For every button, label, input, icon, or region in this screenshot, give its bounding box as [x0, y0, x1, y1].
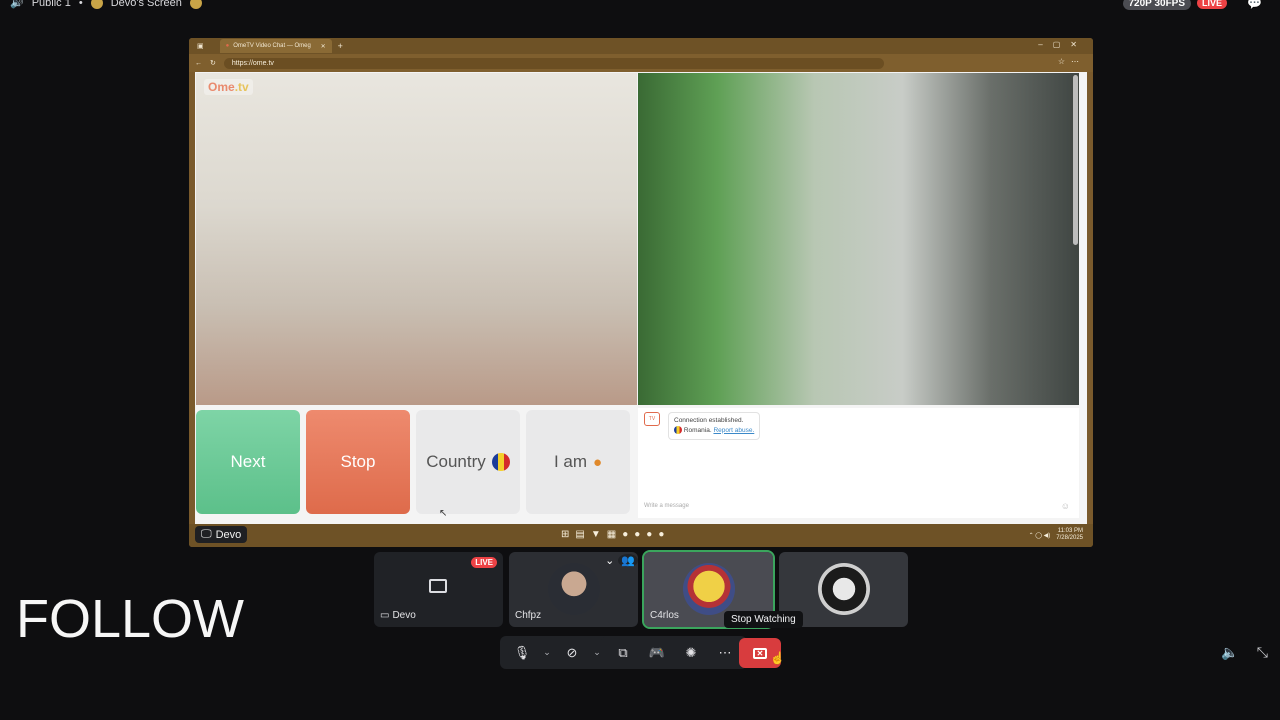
- header-right: 720P 30FPS LIVE 💬: [1122, 0, 1262, 10]
- romania-flag-icon: [491, 453, 510, 471]
- spotify-icon[interactable]: ●: [634, 529, 640, 540]
- stream-title: Devo's Screen: [110, 0, 182, 9]
- browser-menu-icon[interactable]: ▣: [197, 42, 204, 50]
- screen-share-icon: [429, 579, 447, 593]
- tab-title: OmeTV Video Chat — Omeg: [233, 43, 311, 49]
- ometv-page: Ome.tv Next Stop Country I am ● ↖ TV Con…: [195, 72, 1087, 524]
- page-scrollbar[interactable]: [1073, 75, 1078, 245]
- tile-overlay-controls[interactable]: ⌄ 👥: [605, 554, 638, 567]
- chat-panel: TV Connection established. Romania. Repo…: [638, 408, 1079, 518]
- browser-toolbar-icons[interactable]: ☆⋯: [1058, 57, 1085, 66]
- avatar: [548, 563, 600, 615]
- system-message: Connection established. Romania. Report …: [668, 412, 761, 440]
- separator: •: [78, 0, 83, 9]
- game-controller-icon[interactable]: 🎮: [643, 639, 671, 667]
- screen-small-icon: ▭: [380, 610, 390, 621]
- volume-icon[interactable]: 🔈: [1221, 644, 1238, 661]
- reload-icon[interactable]: ↻: [210, 59, 216, 67]
- romania-flag-small-icon: [674, 426, 682, 435]
- stream-view[interactable]: ▣ ● OmeTV Video Chat — Omeg ✕ + –▢✕ ← ↻ …: [189, 38, 1093, 547]
- stranger-video: Ome.tv: [196, 73, 637, 405]
- steam-icon[interactable]: ●: [646, 529, 652, 540]
- connection-text: Connection established.: [674, 417, 744, 424]
- new-tab-icon[interactable]: +: [338, 41, 343, 51]
- participant-tile-devo[interactable]: LIVE ▭ Devo: [374, 552, 503, 627]
- taskbar-apps[interactable]: ⊞ ▤ ▼ ▦ ● ● ● ●: [561, 529, 664, 540]
- windows-taskbar: ⊞ ▤ ▼ ▦ ● ● ● ● ⌃ ◯ ◀) 11:03 PM 7/28/202…: [189, 524, 1093, 547]
- header-left: 🔊 Public 1 • Devo's Screen: [10, 0, 202, 9]
- system-tv-icon: TV: [644, 412, 660, 426]
- stream-owner-tag: 🖵 Devo: [195, 526, 248, 543]
- follow-overlay-text: FOLLOW: [16, 589, 245, 649]
- screen-icon: 🖵: [201, 528, 212, 540]
- app-icon[interactable]: ▦: [607, 529, 616, 540]
- participant-tile-chfpz[interactable]: ⌄ 👥 Chfpz: [509, 552, 638, 627]
- add-friend-icon[interactable]: 👥: [618, 554, 638, 567]
- chevron-down-icon[interactable]: ⌄: [605, 554, 614, 567]
- speaker-icon: 🔊: [10, 0, 24, 9]
- window-controls[interactable]: –▢✕: [1038, 40, 1087, 49]
- url-field[interactable]: https://ome.tv: [223, 57, 884, 69]
- country-button[interactable]: Country: [416, 410, 520, 514]
- mouse-cursor-icon: ↖: [439, 508, 448, 519]
- stop-button[interactable]: Stop: [306, 410, 410, 514]
- country-text: Romania.: [683, 426, 712, 434]
- mic-options-chevron-icon[interactable]: ⌄: [540, 639, 554, 667]
- edge-icon[interactable]: ●: [658, 529, 664, 540]
- camera-off-icon[interactable]: ⊘: [558, 639, 586, 667]
- participant-label: ▭ Devo: [380, 610, 416, 621]
- taskbar-clock: 11:03 PM 7/28/2025: [1056, 528, 1083, 542]
- stream-owner-avatar: [90, 0, 103, 9]
- resolution-badge: 720P 30FPS: [1122, 0, 1192, 10]
- exit-fullscreen-icon[interactable]: ⤡: [1257, 644, 1268, 661]
- report-abuse-link[interactable]: Report abuse.: [713, 427, 754, 434]
- self-video: [638, 73, 1079, 405]
- back-icon[interactable]: ←: [195, 60, 202, 67]
- voice-controls: 🎙 ⌄ ⊘ ⌄: [500, 636, 612, 669]
- microphone-icon[interactable]: 🎙: [508, 639, 536, 667]
- chat-icon[interactable]: 💬: [1247, 0, 1262, 10]
- activity-controls: ⧉ 🎮 ✺ ⋯: [601, 636, 747, 669]
- participant-label: Chfpz: [515, 610, 542, 621]
- close-tab-icon[interactable]: ✕: [321, 43, 326, 50]
- system-tray[interactable]: ⌃ ◯ ◀) 11:03 PM 7/28/2025: [1029, 528, 1083, 542]
- next-button[interactable]: Next: [196, 410, 300, 514]
- stream-view-controls: 🔈 ⤡: [1221, 644, 1268, 661]
- ome-controls: Next Stop Country I am ●: [196, 410, 636, 516]
- discord-icon[interactable]: ●: [622, 529, 628, 540]
- channel-name[interactable]: Public 1: [32, 0, 71, 9]
- soundboard-icon[interactable]: ✺: [677, 639, 705, 667]
- tab-favicon-icon: ●: [225, 43, 230, 49]
- address-bar: ← ↻ https://ome.tv ☆⋯: [189, 54, 1093, 72]
- participant-label: C4rlos: [650, 610, 679, 621]
- tray-icons[interactable]: ⌃ ◯ ◀): [1029, 532, 1051, 539]
- activity-group: ⧉ 🎮 ✺ ⋯: [601, 636, 747, 669]
- message-input[interactable]: Write a message ☺: [644, 500, 1070, 512]
- more-icon[interactable]: ⋯: [711, 639, 739, 667]
- participant-tiles: LIVE ▭Devo ⌄ 👥 Chfpz C4rlos vo: [374, 550, 908, 629]
- stream-owner-name: Devo: [215, 528, 242, 541]
- browser-tab-bar: ▣ ● OmeTV Video Chat — Omeg ✕ + –▢✕: [189, 38, 1093, 54]
- browser-tab[interactable]: ● OmeTV Video Chat — Omeg ✕: [219, 39, 332, 53]
- gender-avatar-icon: ●: [593, 453, 603, 471]
- browser-icon[interactable]: ▼: [591, 529, 601, 540]
- viewer-avatar: [189, 0, 202, 9]
- voice-channel-header: 🔊 Public 1 • Devo's Screen 720P 30FPS LI…: [0, 0, 1280, 14]
- hand-cursor-icon: ☝: [770, 651, 785, 665]
- avatar: [818, 563, 870, 615]
- file-explorer-icon[interactable]: ▤: [575, 529, 584, 540]
- avatar: [683, 563, 735, 615]
- i-am-button[interactable]: I am ●: [526, 410, 630, 514]
- live-badge: LIVE: [1197, 0, 1228, 9]
- windows-start-icon[interactable]: ⊞: [561, 529, 569, 540]
- live-badge: LIVE: [471, 557, 497, 568]
- message-placeholder: Write a message: [644, 503, 689, 509]
- ometv-logo: Ome.tv: [204, 79, 253, 95]
- emoji-icon[interactable]: ☺: [1061, 501, 1070, 511]
- stop-watching-tooltip: Stop Watching: [724, 611, 803, 628]
- screen-share-icon[interactable]: ⧉: [609, 639, 637, 667]
- media-controls: 🎙 ⌄ ⊘ ⌄: [500, 636, 612, 669]
- stop-watching-icon: ✕: [753, 647, 767, 659]
